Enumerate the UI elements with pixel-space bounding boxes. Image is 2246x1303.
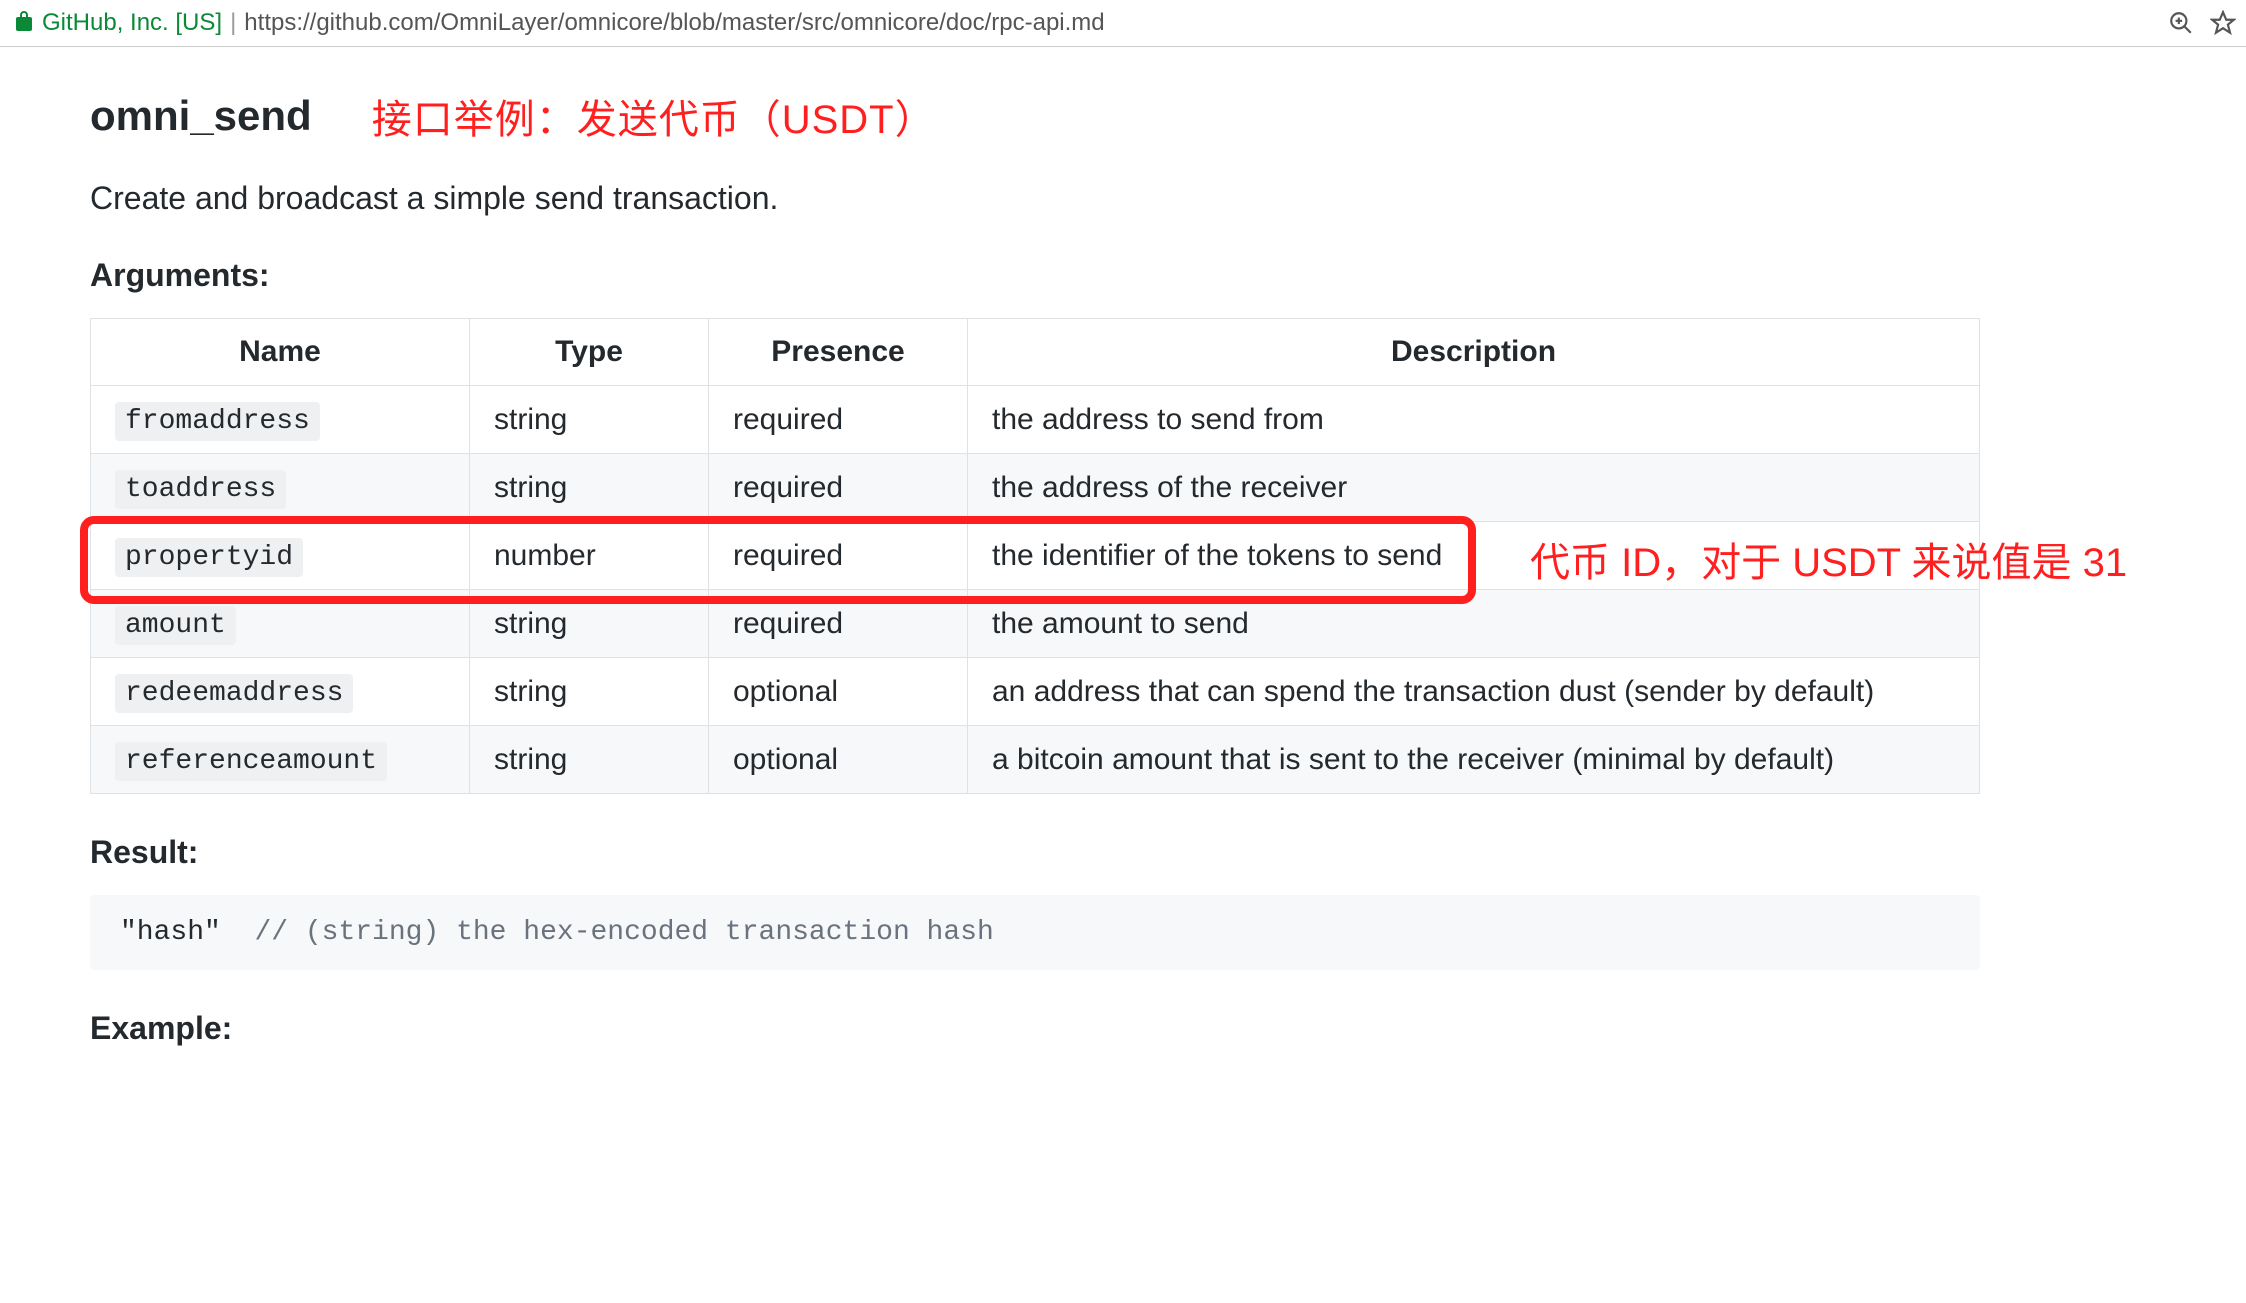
api-heading: omni_send [90,92,312,140]
table-row: referenceamount string optional a bitcoi… [91,726,1980,794]
table-row: redeemaddress string optional an address… [91,658,1980,726]
col-description: Description [968,319,1980,386]
table-row: toaddress string required the address of… [91,454,1980,522]
arg-presence: required [709,590,968,658]
api-lead-text: Create and broadcast a simple send trans… [90,180,2206,217]
arg-name: propertyid [115,538,303,577]
arg-description: the address of the receiver [968,454,1980,522]
arg-type: number [470,522,709,590]
title-annotation: 接口举例：发送代币（USDT） [372,87,936,145]
col-presence: Presence [709,319,968,386]
browser-address-bar[interactable]: GitHub, Inc. [US] | https://github.com/O… [0,0,2246,47]
arg-description: the amount to send [968,590,1980,658]
arg-presence: required [709,522,968,590]
arg-type: string [470,726,709,794]
arg-description: a bitcoin amount that is sent to the rec… [968,726,1980,794]
arg-name: redeemaddress [115,674,353,713]
result-heading: Result: [90,834,2206,871]
table-row: amount string required the amount to sen… [91,590,1980,658]
example-heading: Example: [90,1010,2206,1047]
arg-description: an address that can spend the transactio… [968,658,1980,726]
result-comment: // (string) the hex-encoded transaction … [254,917,993,948]
address-bar-url: https://github.com/OmniLayer/omnicore/bl… [244,9,1104,37]
highlight-annotation: 代币 ID，对于 USDT 来说值是 31 [1530,530,2127,588]
arg-name: toaddress [115,470,286,509]
arg-type: string [470,658,709,726]
table-row: fromaddress string required the address … [91,386,1980,454]
address-bar-org: GitHub, Inc. [US] [42,9,222,37]
arg-presence: optional [709,658,968,726]
arg-description: the address to send from [968,386,1980,454]
arg-type: string [470,590,709,658]
address-bar-separator: | [230,9,236,37]
lock-icon [14,9,34,37]
col-type: Type [470,319,709,386]
result-code-block: "hash" // (string) the hex-encoded trans… [90,895,1980,970]
col-name: Name [91,319,470,386]
arg-presence: required [709,386,968,454]
arg-type: string [470,454,709,522]
arg-presence: optional [709,726,968,794]
zoom-icon[interactable] [2168,10,2194,36]
arguments-heading: Arguments: [90,257,2206,294]
arg-name: amount [115,606,236,645]
arg-presence: required [709,454,968,522]
arg-name: fromaddress [115,402,320,441]
arg-name: referenceamount [115,742,387,781]
result-value: "hash" [120,917,221,948]
arg-type: string [470,386,709,454]
bookmark-star-icon[interactable] [2210,10,2236,36]
